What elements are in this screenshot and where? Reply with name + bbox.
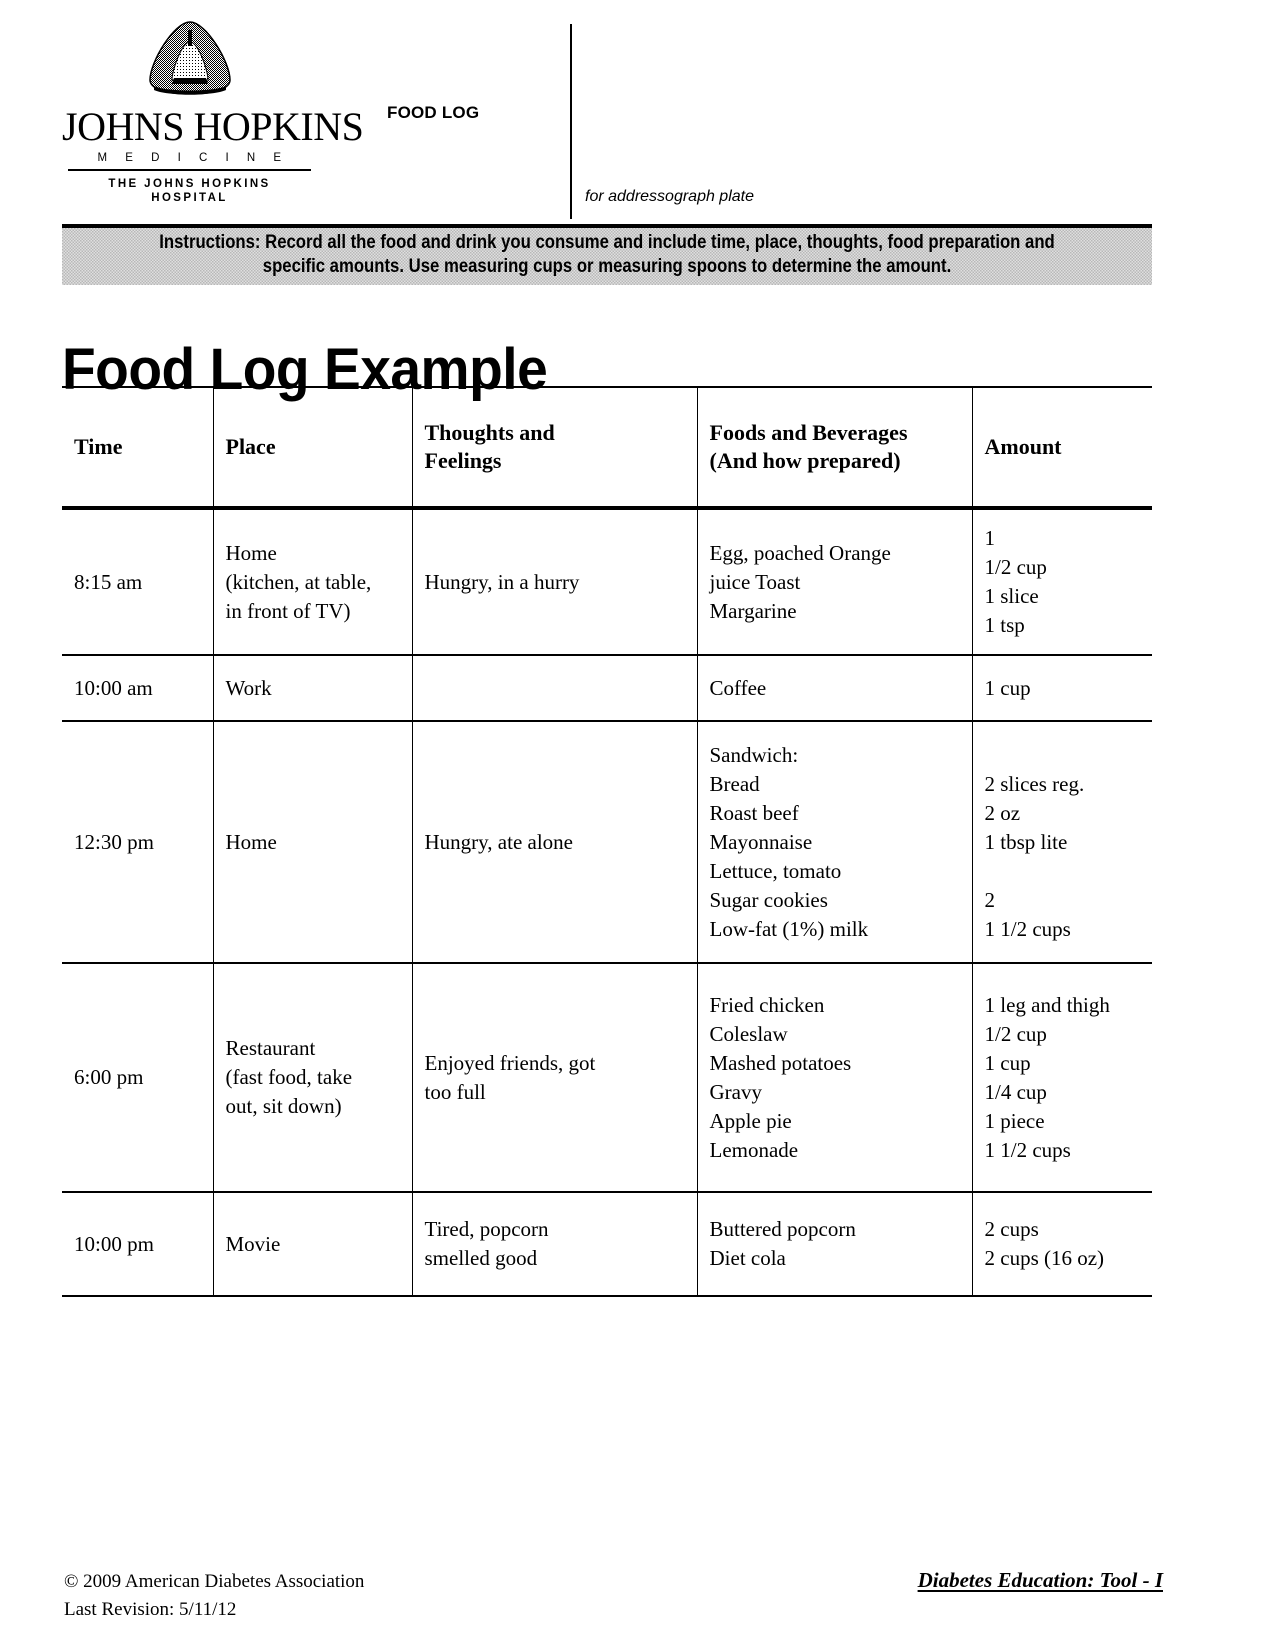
table-row: 10:00 am Work Coffee 1 cup — [62, 655, 1152, 722]
cell-thoughts: Hungry, in a hurry — [411, 508, 698, 656]
cell-amount: 1 cup — [971, 655, 1152, 722]
logo-divider-rule — [68, 169, 311, 171]
cell-amount: 2 cups 2 cups (16 oz) — [971, 1192, 1152, 1297]
instructions-lead: Instructions: — [159, 232, 261, 253]
johns-hopkins-logo-block: JOHNS HOPKINS M E D I C I N E THE JOHNS … — [62, 18, 364, 205]
cell-time: 12:30 pm — [62, 721, 214, 964]
table-header-row: Time Place Thoughts and Feelings Foods a… — [62, 386, 1152, 510]
cell-amount: 1 1/2 cup 1 slice 1 tsp — [971, 508, 1152, 656]
addressograph-plate-label: for addressograph plate — [585, 188, 754, 205]
header-vertical-divider — [570, 24, 572, 219]
cell-foods: Egg, poached Orange juice Toast Margarin… — [696, 508, 973, 656]
footer-tool-label: Diabetes Education: Tool - I — [917, 1568, 1163, 1592]
cell-thoughts: Hungry, ate alone — [411, 721, 698, 964]
logo-division: M E D I C I N E — [97, 152, 289, 164]
instructions-body: Record all the food and drink you consum… — [260, 232, 1055, 277]
cell-foods: Fried chicken Coleslaw Mashed potatoes G… — [696, 963, 973, 1193]
instructions-text: Instructions: Record all the food and dr… — [136, 231, 1078, 279]
cell-time: 10:00 pm — [62, 1192, 214, 1297]
logo-hospital-line-2: HOSPITAL — [151, 192, 228, 204]
cell-time: 8:15 am — [62, 508, 214, 656]
cell-foods: Coffee — [696, 655, 973, 722]
cell-amount: 1 leg and thigh 1/2 cup 1 cup 1/4 cup 1 … — [971, 963, 1152, 1193]
food-log-table: Time Place Thoughts and Feelings Foods a… — [62, 386, 1152, 1297]
footer-left: © 2009 American Diabetes Association Las… — [64, 1568, 364, 1624]
cell-thoughts: Enjoyed friends, got too full — [411, 963, 698, 1193]
cell-place: Restaurant (fast food, take out, sit dow… — [212, 963, 413, 1193]
cell-place: Home (kitchen, at table, in front of TV) — [212, 508, 413, 656]
cell-thoughts: Tired, popcorn smelled good — [411, 1192, 698, 1297]
cell-amount: 2 slices reg. 2 oz 1 tbsp lite 2 1 1/2 c… — [971, 721, 1152, 964]
column-header-place: Place — [212, 386, 413, 510]
cell-foods: Sandwich: Bread Roast beef Mayonnaise Le… — [696, 721, 973, 964]
column-header-time: Time — [62, 386, 214, 510]
column-header-foods: Foods and Beverages (And how prepared) — [696, 386, 973, 510]
cell-place: Work — [212, 655, 413, 722]
cell-thoughts — [411, 655, 698, 722]
table-row: 6:00 pm Restaurant (fast food, take out,… — [62, 963, 1152, 1193]
table-row: 12:30 pm Home Hungry, ate alone Sandwich… — [62, 721, 1152, 964]
document-header: JOHNS HOPKINS M E D I C I N E THE JOHNS … — [62, 18, 1154, 219]
cell-place: Movie — [212, 1192, 413, 1297]
column-header-amount: Amount — [971, 386, 1152, 510]
column-header-thoughts: Thoughts and Feelings — [411, 386, 698, 510]
instructions-bar: Instructions: Record all the food and dr… — [62, 224, 1152, 285]
footer-copyright: © 2009 American Diabetes Association — [64, 1571, 365, 1592]
cell-time: 10:00 am — [62, 655, 214, 722]
form-title: FOOD LOG — [387, 103, 480, 122]
footer-revision: Last Revision: 5/11/12 — [64, 1599, 237, 1620]
logo-hospital-line-1: THE JOHNS HOPKINS — [108, 178, 271, 190]
table-row: 10:00 pm Movie Tired, popcorn smelled go… — [62, 1192, 1152, 1297]
cell-place: Home — [212, 721, 413, 964]
cell-time: 6:00 pm — [62, 963, 214, 1193]
table-row: 8:15 am Home (kitchen, at table, in fron… — [62, 508, 1152, 656]
johns-hopkins-dome-logo-icon — [148, 21, 231, 95]
cell-foods: Buttered popcorn Diet cola — [696, 1192, 973, 1297]
logo-wordmark: JOHNS HOPKINS — [62, 104, 364, 149]
